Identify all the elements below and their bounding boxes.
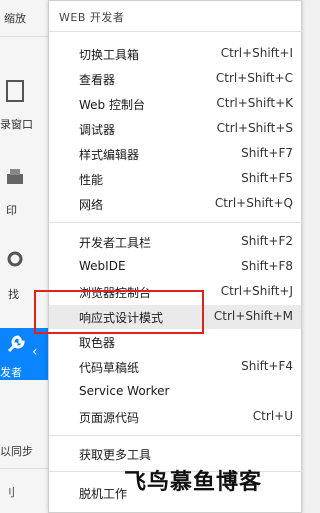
menu-item-shortcut: Ctrl+Shift+M <box>213 309 293 323</box>
menu-item-label: 网络 <box>79 198 104 212</box>
menu-item-shortcut: Ctrl+Shift+I <box>220 46 293 60</box>
menu-item-label: Web 控制台 <box>79 98 145 112</box>
menu-item-responsive-design-mode[interactable]: 响应式设计模式 Ctrl+Shift+M <box>49 305 301 329</box>
menu-item-shortcut: Ctrl+Shift+C <box>215 71 293 85</box>
menu-item-shortcut: Shift+F5 <box>241 171 293 185</box>
menu-item-label: 开发者工具栏 <box>79 236 152 250</box>
menu-item-shortcut: Shift+F8 <box>241 259 293 273</box>
menu-item-shortcut: Shift+F2 <box>241 234 293 248</box>
label-find[interactable]: 找 <box>8 286 19 302</box>
menu-item-label: 脱机工作 <box>79 487 128 501</box>
menu-item-label: 切换工具箱 <box>79 48 140 62</box>
menu-item-webide[interactable]: WebIDE Shift+F8 <box>49 255 301 279</box>
web-developer-submenu: WEB 开发者 切换工具箱 Ctrl+Shift+I 查看器 Ctrl+Shif… <box>48 0 303 513</box>
menu-item-label: 样式编辑器 <box>79 148 140 162</box>
menu-item-network[interactable]: 网络 Ctrl+Shift+Q <box>49 192 301 216</box>
menu-item-label: 页面源代码 <box>79 411 140 425</box>
menu-item-developer-toolbar[interactable]: 开发者工具栏 Shift+F2 <box>49 230 301 254</box>
menu-item-shortcut: Ctrl+Shift+J <box>220 284 293 298</box>
chevron-left-icon: ‹ <box>32 344 38 360</box>
menu-item-eyedropper[interactable]: 取色器 <box>49 330 301 354</box>
menu-item-style-editor[interactable]: 样式编辑器 Shift+F7 <box>49 142 301 166</box>
menu-item-shortcut: Ctrl+Shift+Q <box>214 196 293 210</box>
menu-item-shortcut: Ctrl+Shift+S <box>216 121 293 135</box>
menu-item-label: 取色器 <box>79 336 116 350</box>
menu-item-shortcut: Shift+F7 <box>241 146 293 160</box>
menu-item-label: 浏览器控制台 <box>79 286 152 300</box>
watermark-text: 飞鸟慕鱼博客 <box>124 470 263 495</box>
find-icon <box>6 250 24 274</box>
label-developer: 发者 <box>0 366 22 379</box>
menu-item-shortcut: Ctrl+U <box>252 409 293 423</box>
menu-item-performance[interactable]: 性能 Shift+F5 <box>49 167 301 191</box>
divider <box>49 31 303 32</box>
menu-item-inspector[interactable]: 查看器 Ctrl+Shift+C <box>49 67 301 91</box>
menu-item-label: 调试器 <box>79 123 116 137</box>
menu-item-page-source[interactable]: 页面源代码 Ctrl+U <box>49 405 301 429</box>
menu-item-label: Service Worker <box>79 384 170 398</box>
menu-item-label: WebIDE <box>79 259 126 273</box>
label-private-window[interactable]: 录窗口 <box>0 116 33 132</box>
zoom-fragment: 缩放 <box>4 12 26 25</box>
menu-item-debugger[interactable]: 调试器 Ctrl+Shift+S <box>49 117 301 141</box>
menu-item-label: 代码草稿纸 <box>79 361 140 375</box>
menu-item-browser-console[interactable]: 浏览器控制台 Ctrl+Shift+J <box>49 280 301 304</box>
window-icon <box>6 80 24 106</box>
label-bottom: 刂 <box>4 486 15 499</box>
menu-item-shortcut: Ctrl+Shift+K <box>216 96 293 110</box>
menu-item-toggle-tools[interactable]: 切换工具箱 Ctrl+Shift+I <box>49 42 301 66</box>
menu-item-label: 查看器 <box>79 73 116 87</box>
menu-item-label: 响应式设计模式 <box>79 311 164 325</box>
divider <box>49 435 303 436</box>
menu-item-shortcut: Shift+F4 <box>241 359 293 373</box>
submenu-header: WEB 开发者 <box>59 11 125 24</box>
menu-item-scratchpad[interactable]: 代码草稿纸 Shift+F4 <box>49 355 301 379</box>
print-icon <box>6 168 24 194</box>
menu-item-label: 获取更多工具 <box>79 448 152 462</box>
menu-item-get-more-tools[interactable]: 获取更多工具 <box>49 442 301 466</box>
menu-item-web-console[interactable]: Web 控制台 Ctrl+Shift+K <box>49 92 301 116</box>
menu-item-label: 性能 <box>79 173 104 187</box>
menu-item-service-worker[interactable]: Service Worker <box>49 380 301 404</box>
label-sync[interactable]: 以同步 <box>0 443 33 459</box>
label-print[interactable]: 印 <box>6 202 17 218</box>
wrench-icon <box>6 334 26 358</box>
divider <box>49 222 303 223</box>
